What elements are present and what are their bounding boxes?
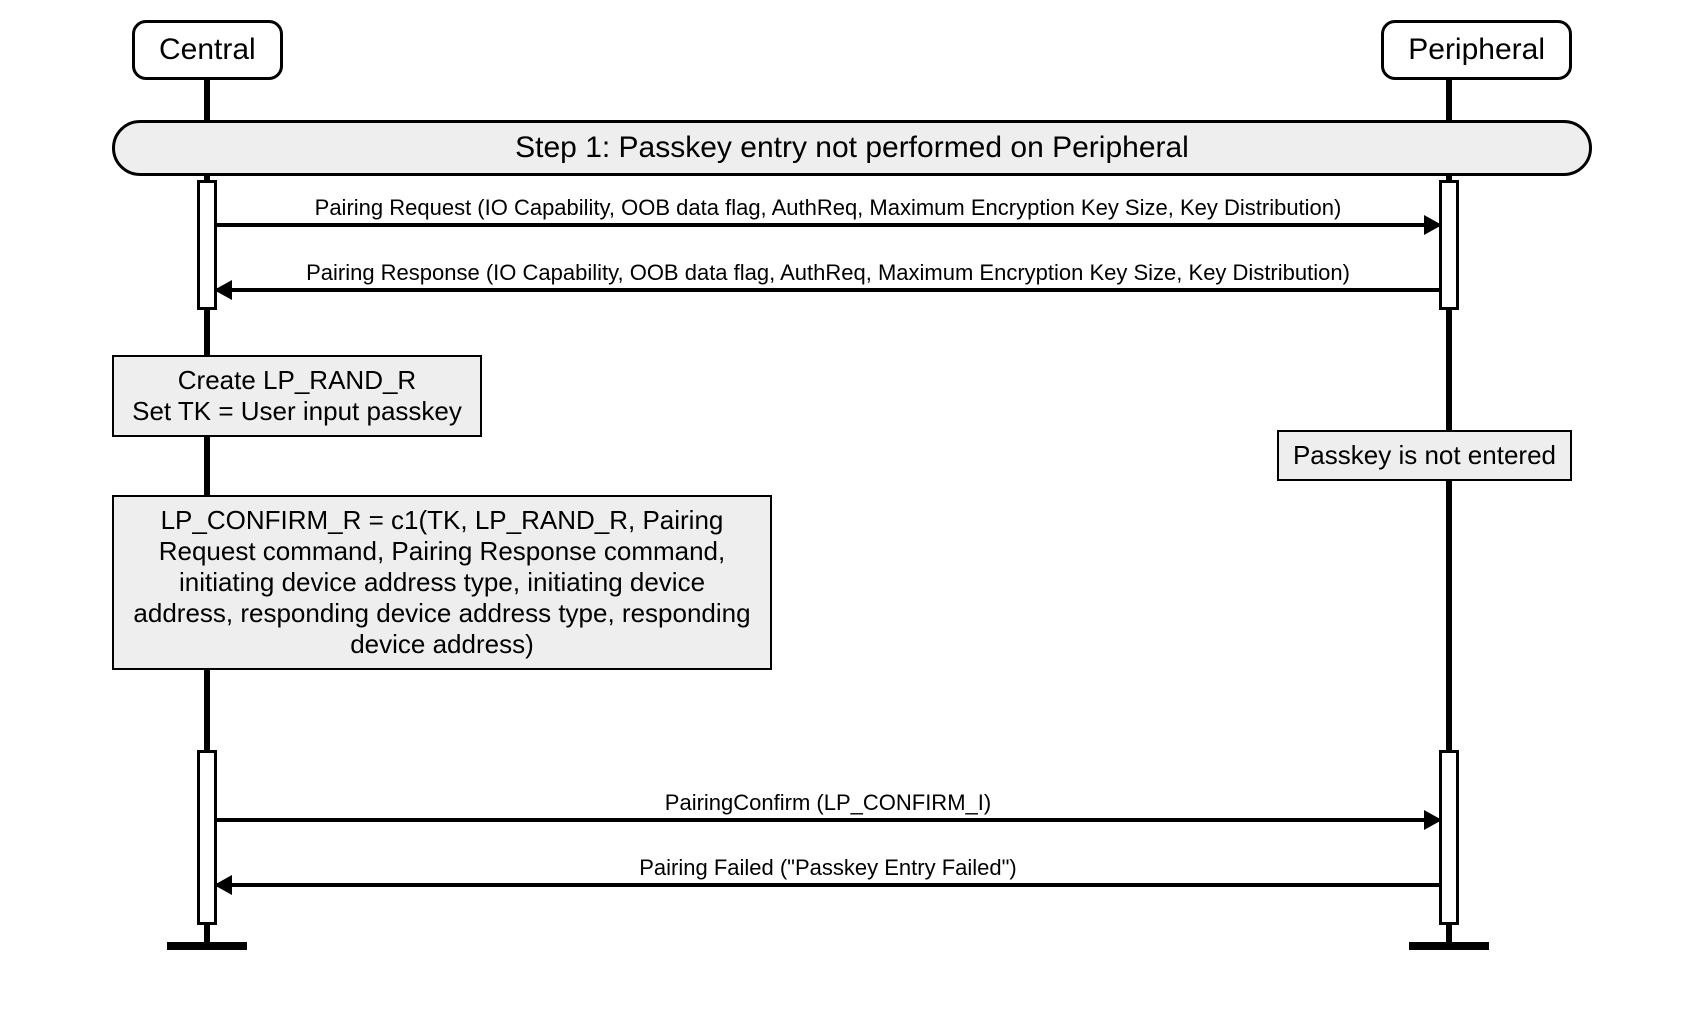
message-pairing-request-label: Pairing Request (IO Capability, OOB data…: [216, 195, 1440, 221]
arrow-left-icon: [216, 288, 1440, 292]
note-create-rand: Create LP_RAND_R Set TK = User input pas…: [112, 355, 482, 437]
note-passkey-not-entered: Passkey is not entered: [1277, 430, 1572, 481]
message-pairing-confirm: PairingConfirm (LP_CONFIRM_I): [216, 790, 1440, 822]
step-banner-label: Step 1: Passkey entry not performed on P…: [515, 131, 1189, 164]
step-banner: Step 1: Passkey entry not performed on P…: [112, 120, 1592, 176]
lifeline-end-central: [167, 942, 247, 950]
activation-central-2: [197, 750, 217, 925]
lifeline-end-peripheral: [1409, 942, 1489, 950]
participant-central: Central: [132, 20, 283, 80]
activation-peripheral-1: [1439, 180, 1459, 310]
message-pairing-request: Pairing Request (IO Capability, OOB data…: [216, 195, 1440, 227]
note-lp-confirm: LP_CONFIRM_R = c1(TK, LP_RAND_R, Pairing…: [112, 495, 772, 670]
note-create-rand-line2: Set TK = User input passkey: [128, 396, 466, 427]
message-pairing-failed: Pairing Failed ("Passkey Entry Failed"): [216, 855, 1440, 887]
note-passkey-not-entered-label: Passkey is not entered: [1293, 440, 1556, 470]
arrow-right-icon: [216, 818, 1440, 822]
message-pairing-response: Pairing Response (IO Capability, OOB dat…: [216, 260, 1440, 292]
arrow-right-icon: [216, 223, 1440, 227]
message-pairing-response-label: Pairing Response (IO Capability, OOB dat…: [216, 260, 1440, 286]
message-pairing-failed-label: Pairing Failed ("Passkey Entry Failed"): [216, 855, 1440, 881]
participant-peripheral-label: Peripheral: [1408, 33, 1545, 66]
note-create-rand-line1: Create LP_RAND_R: [128, 365, 466, 396]
participant-central-label: Central: [159, 33, 256, 66]
arrow-left-icon: [216, 883, 1440, 887]
message-pairing-confirm-label: PairingConfirm (LP_CONFIRM_I): [216, 790, 1440, 816]
sequence-diagram: Central Peripheral Step 1: Passkey entry…: [112, 20, 1592, 960]
activation-peripheral-2: [1439, 750, 1459, 925]
note-lp-confirm-label: LP_CONFIRM_R = c1(TK, LP_RAND_R, Pairing…: [133, 505, 750, 659]
participant-peripheral: Peripheral: [1381, 20, 1572, 80]
